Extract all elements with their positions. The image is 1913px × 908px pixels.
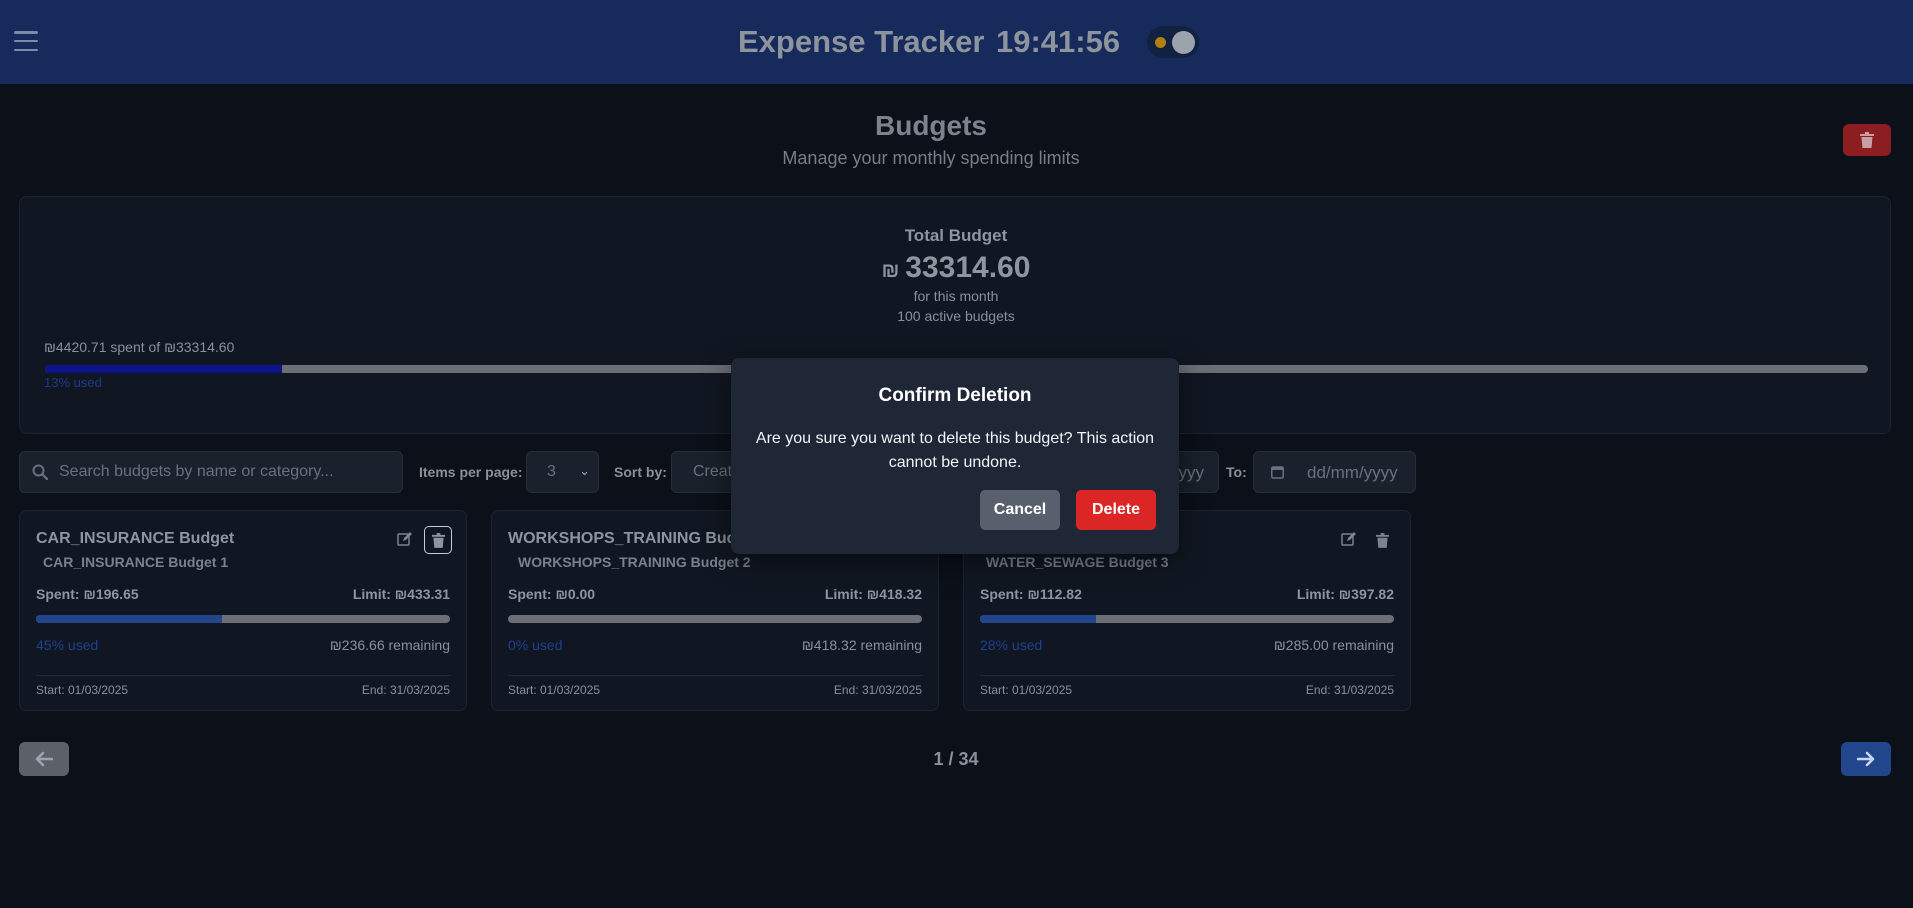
theme-toggle[interactable] xyxy=(1147,26,1199,58)
budget-subtitle: WORKSHOPS_TRAINING Budget 2 xyxy=(518,554,751,570)
search-input[interactable] xyxy=(59,452,395,492)
app-title: Expense Tracker xyxy=(738,24,985,59)
divider xyxy=(508,675,922,676)
active-budgets-count: 100 active budgets xyxy=(897,308,1015,324)
chevron-down-icon: ⌄ xyxy=(579,463,590,478)
top-navbar: Expense Tracker 19:41:56 xyxy=(0,0,1913,84)
delete-budget-button[interactable] xyxy=(424,526,452,554)
budget-end-date: End: 31/03/2025 xyxy=(833,683,922,697)
spent-of-total: ₪4420.71 spent of ₪33314.60 xyxy=(44,339,235,355)
budget-subtitle: WATER_SEWAGE Budget 3 xyxy=(986,554,1169,570)
budget-subtitle: CAR_INSURANCE Budget 1 xyxy=(43,554,229,570)
budget-limit: Limit: ₪433.31 xyxy=(352,586,450,602)
budget-used-percent: 45% used xyxy=(36,637,99,653)
total-budget-amount: ₪ 33314.60 xyxy=(20,251,1892,285)
budget-start-date: Start: 01/03/2025 xyxy=(508,683,601,697)
page-indicator: 1 / 34 xyxy=(933,749,979,769)
page-subtitle: Manage your monthly spending limits xyxy=(782,148,1080,168)
budget-spent: Spent: ₪112.82 xyxy=(980,586,1082,602)
items-per-page-value: 3 xyxy=(547,463,556,480)
items-per-page-select[interactable]: 3 ⌄ xyxy=(526,451,599,493)
budget-end-date: End: 31/03/2025 xyxy=(1305,683,1394,697)
budget-progress-bar xyxy=(36,615,450,623)
budget-card: CAR_INSURANCE Budget CAR_INSURANCE Budge… xyxy=(19,510,467,711)
search-icon xyxy=(32,464,48,480)
budget-title: CAR_INSURANCE Budget xyxy=(36,530,235,547)
next-page-button[interactable] xyxy=(1841,742,1891,776)
divider xyxy=(980,675,1394,676)
budget-used-percent: 28% used xyxy=(980,637,1043,653)
budget-limit: Limit: ₪397.82 xyxy=(1296,586,1394,602)
budget-progress-bar xyxy=(508,615,922,623)
budget-start-date: Start: 01/03/2025 xyxy=(980,683,1073,697)
total-progress-fill xyxy=(45,365,282,373)
arrow-right-icon xyxy=(1857,751,1875,767)
clock: 19:41:56 xyxy=(996,24,1121,59)
budget-start-date: Start: 01/03/2025 xyxy=(36,683,129,697)
total-used-percent: 13% used xyxy=(44,375,102,390)
dialog-message: Are you sure you want to delete this bud… xyxy=(755,430,1155,471)
to-date-placeholder: dd/mm/yyyy xyxy=(1307,463,1398,482)
trash-icon xyxy=(1375,532,1389,548)
toggle-knob xyxy=(1172,31,1195,54)
budget-remaining: ₪285.00 remaining xyxy=(1273,637,1394,653)
budget-end-date: End: 31/03/2025 xyxy=(361,683,450,697)
divider xyxy=(36,675,450,676)
edit-icon[interactable] xyxy=(1341,531,1357,552)
to-date-label: To: xyxy=(1226,464,1247,480)
budget-title: WORKSHOPS_TRAINING Budge xyxy=(508,530,756,547)
sort-by-label: Sort by: xyxy=(614,464,667,480)
to-date-input[interactable]: dd/mm/yyyy xyxy=(1253,451,1416,493)
delete-budget-button[interactable] xyxy=(1368,526,1396,554)
dialog-title: Confirm Deletion xyxy=(878,385,1032,406)
budget-used-percent: 0% used xyxy=(508,637,563,653)
calendar-icon xyxy=(1271,466,1284,479)
budget-progress-bar xyxy=(980,615,1394,623)
delete-button[interactable]: Delete xyxy=(1076,490,1156,530)
menu-icon[interactable] xyxy=(14,30,38,52)
confirm-delete-dialog: Confirm Deletion Are you sure you want t… xyxy=(731,358,1179,554)
budget-progress-fill xyxy=(980,615,1096,623)
items-per-page-label: Items per page: xyxy=(419,464,523,480)
budget-progress-fill xyxy=(36,615,223,623)
currency-symbol: ₪ xyxy=(881,260,900,282)
page-title: Budgets xyxy=(875,110,987,141)
sun-icon xyxy=(1155,37,1166,48)
budget-spent: Spent: ₪196.65 xyxy=(36,586,139,602)
trash-icon xyxy=(431,532,445,548)
search-field xyxy=(19,451,403,493)
budget-spent: Spent: ₪0.00 xyxy=(508,586,596,602)
total-budget-label: Total Budget xyxy=(904,226,1008,245)
budget-remaining: ₪236.66 remaining xyxy=(329,637,450,653)
period-text: for this month xyxy=(913,288,999,304)
trash-icon xyxy=(1860,132,1874,148)
total-amount-value: 33314.60 xyxy=(905,251,1031,284)
edit-icon[interactable] xyxy=(397,531,413,552)
budget-limit: Limit: ₪418.32 xyxy=(824,586,922,602)
sort-by-value: Creat xyxy=(693,463,733,480)
cancel-button[interactable]: Cancel xyxy=(980,490,1060,530)
budget-remaining: ₪418.32 remaining xyxy=(801,637,922,653)
delete-all-button[interactable] xyxy=(1843,124,1891,156)
